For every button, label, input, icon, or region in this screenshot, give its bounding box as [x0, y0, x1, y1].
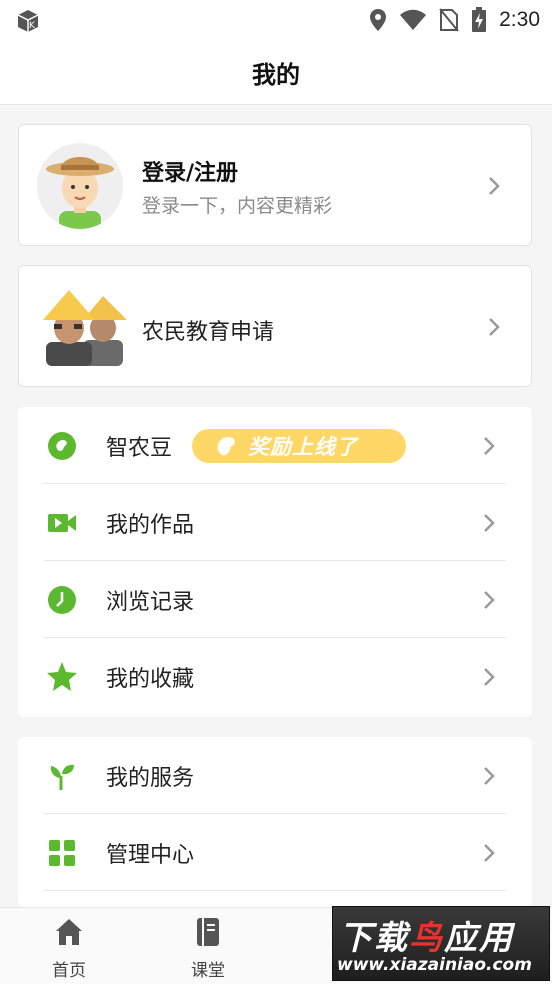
menu-item-browsing-history[interactable]: 浏览记录: [18, 561, 532, 638]
bean-icon: [48, 432, 76, 460]
menu-item-my-services[interactable]: 我的服务: [18, 737, 532, 814]
title-bar: 我的: [0, 40, 552, 105]
chevron-right-icon: [489, 177, 500, 195]
tab-label: 课堂: [191, 961, 225, 981]
chevron-right-icon: [484, 767, 495, 785]
grid-icon: [49, 840, 75, 866]
chevron-right-icon: [484, 668, 495, 686]
book-icon: [197, 918, 219, 946]
secondary-menu: 我的服务 管理中心: [18, 737, 532, 907]
chevron-right-icon: [484, 437, 495, 455]
chevron-right-icon: [484, 591, 495, 609]
menu-item-label: 浏览记录: [106, 590, 195, 615]
wifi-icon: [400, 9, 427, 30]
divider: [44, 890, 506, 891]
chevron-right-icon: [489, 318, 500, 336]
menu-item-label: 我的作品: [106, 513, 195, 538]
app-notification-icon: K: [17, 10, 39, 32]
clock-time: 2:30: [499, 8, 540, 31]
primary-menu: 智农豆 奖励上线了 我的作品 浏览记录 我的收藏: [18, 407, 532, 717]
menu-item-label: 管理中心: [106, 843, 195, 868]
bean-badge-icon: [217, 437, 235, 456]
chevron-right-icon: [484, 844, 495, 862]
menu-item-my-works[interactable]: 我的作品: [18, 484, 532, 561]
farmer-education-apply-label: 农民教育申请: [142, 320, 275, 345]
star-icon: [47, 662, 77, 691]
status-bar: K 2:30: [0, 0, 552, 40]
chevron-right-icon: [484, 514, 495, 532]
menu-item-smart-beans[interactable]: 智农豆 奖励上线了: [18, 407, 532, 484]
menu-item-label: 我的收藏: [106, 667, 195, 692]
login-subtitle: 登录一下，内容更精彩: [142, 195, 333, 217]
video-icon: [48, 514, 76, 532]
login-register-title: 登录/注册: [142, 161, 239, 186]
tab-classroom[interactable]: 课堂: [153, 908, 263, 984]
watermark-title: 下载鸟应用: [339, 918, 514, 957]
avatar: [37, 143, 123, 229]
reward-badge[interactable]: 奖励上线了: [192, 429, 406, 463]
menu-item-management-center[interactable]: 管理中心: [18, 814, 532, 891]
farmer-avatar-icon: [46, 157, 114, 229]
no-sim-icon: [439, 8, 459, 32]
reward-badge-text: 奖励上线了: [248, 435, 358, 459]
menu-item-label: 智农豆: [106, 436, 173, 461]
login-register-card[interactable]: 登录/注册 登录一下，内容更精彩: [18, 124, 532, 246]
clock-icon: [48, 586, 76, 614]
battery-charging-icon: [472, 7, 487, 32]
tab-home[interactable]: 首页: [14, 908, 124, 984]
menu-item-my-favorites[interactable]: 我的收藏: [18, 638, 532, 715]
menu-item-label: 我的服务: [106, 766, 195, 791]
watermark-logo: 下载鸟应用 www.xiazainiao.com: [332, 906, 550, 981]
tab-label: 首页: [52, 961, 86, 981]
farmers-icon: [43, 290, 127, 366]
location-icon: [370, 9, 387, 31]
farmer-education-apply-card[interactable]: 农民教育申请: [18, 265, 532, 387]
home-icon: [56, 919, 82, 945]
sprout-icon: [50, 764, 74, 790]
watermark-url: www.xiazainiao.com: [337, 955, 532, 975]
page-title: 我的: [252, 60, 300, 89]
